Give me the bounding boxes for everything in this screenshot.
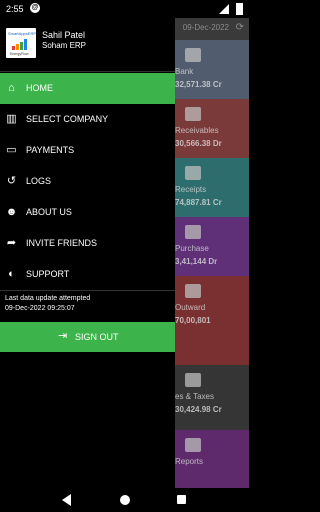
status-bar: 2:55 @ — [0, 0, 249, 18]
tile-label: Purchase — [175, 244, 209, 253]
sign-out-button[interactable]: ⇥ SIGN OUT — [0, 322, 175, 352]
dashboard-tile: es & Taxes 30,424.98 Cr — [173, 365, 249, 430]
drawer-divider — [0, 290, 175, 291]
menu-item-label: SUPPORT — [26, 269, 70, 279]
tile-label: Receipts — [175, 185, 207, 194]
logo-text-top: SmartAppsERP — [8, 31, 37, 36]
status-time: 2:55 — [6, 4, 24, 14]
app-logo: SmartAppsERP EnergyFlow — [6, 28, 36, 58]
menu-item-about-us[interactable]: ☻ ABOUT US — [0, 197, 175, 228]
menu-item-label: SELECT COMPANY — [26, 114, 109, 124]
logout-icon: ⇥ — [58, 330, 68, 342]
tile-value: 30,566.38 Dr — [175, 139, 222, 148]
dashboard-tile: Bank 32,571.38 Cr — [173, 40, 249, 99]
menu-item-label: PAYMENTS — [26, 145, 75, 155]
dashboard-tile: Outward 70,00,801 — [173, 276, 249, 365]
drawer-menu: ⌂ HOME ▥ SELECT COMPANY ▭ PAYMENTS ↺ LOGS ☻ ABOUT… — [0, 73, 175, 290]
dashboard-tile: Receivables 30,566.38 Dr — [173, 99, 249, 158]
taxes-icon — [185, 373, 201, 387]
dashboard-tile: Receipts 74,887.81 Cr — [173, 158, 249, 217]
tile-label: Bank — [175, 67, 194, 76]
sign-out-label: SIGN OUT — [75, 332, 119, 342]
menu-item-label: INVITE FRIENDS — [26, 238, 98, 248]
battery-icon — [236, 3, 243, 15]
menu-item-invite-friends[interactable]: ➦ INVITE FRIENDS — [0, 228, 175, 259]
menu-item-select-company[interactable]: ▥ SELECT COMPANY — [0, 104, 175, 135]
menu-item-logs[interactable]: ↺ LOGS — [0, 166, 175, 197]
dashboard-date: 09-Dec-2022 — [182, 23, 229, 32]
menu-item-home[interactable]: ⌂ HOME — [0, 73, 175, 104]
home-nav-icon[interactable] — [120, 495, 130, 505]
last-update-label: Last data update attempted — [5, 295, 91, 302]
logo-text-bottom: EnergyFlow — [10, 52, 29, 56]
purchase-icon — [185, 225, 201, 239]
tile-label: Reports — [175, 457, 204, 466]
menu-item-label: HOME — [26, 83, 53, 93]
history-icon: ↺ — [6, 175, 17, 187]
menu-item-label: ABOUT US — [26, 207, 72, 217]
company-icon: ▥ — [6, 113, 17, 125]
tile-value: 30,424.98 Cr — [175, 405, 222, 414]
receipts-icon — [185, 166, 201, 180]
dashboard-tile: Purchase 3,41,144 Dr — [173, 217, 249, 276]
user-name: Sahil Patel — [42, 30, 86, 40]
tile-value: 32,571.38 Cr — [175, 80, 222, 89]
signal-icon — [219, 4, 229, 14]
menu-item-label: LOGS — [26, 176, 52, 186]
tile-value: 3,41,144 Dr — [175, 257, 218, 266]
notification-icon: @ — [30, 3, 40, 13]
system-nav-bar — [0, 488, 249, 512]
people-icon: ☻ — [5, 206, 18, 218]
home-icon: ⌂ — [8, 82, 15, 94]
menu-item-support[interactable]: ◐ SUPPORT — [0, 259, 175, 290]
receivables-icon — [185, 107, 201, 121]
dashboard-tile: Reports — [173, 430, 249, 489]
logo-bars-icon — [12, 38, 30, 50]
company-name: Soham ERP — [42, 41, 87, 50]
recents-icon[interactable] — [177, 495, 186, 504]
last-update-datetime: 09-Dec-2022 09:25:07 — [5, 305, 75, 312]
drawer-header: SmartAppsERP EnergyFlow Sahil Patel Soha… — [0, 18, 175, 70]
menu-item-payments[interactable]: ▭ PAYMENTS — [0, 135, 175, 166]
tile-label: es & Taxes — [175, 392, 214, 401]
tile-label: Outward — [175, 303, 206, 312]
payments-icon: ▭ — [6, 144, 17, 156]
bank-icon — [185, 48, 201, 62]
drawer-divider — [0, 71, 175, 72]
outward-icon — [185, 284, 201, 298]
back-icon[interactable] — [62, 494, 71, 506]
tile-value: 70,00,801 — [175, 316, 211, 325]
navigation-drawer: SmartAppsERP EnergyFlow Sahil Patel Soha… — [0, 18, 175, 488]
tile-label: Receivables — [175, 126, 219, 135]
refresh-icon: ⟳ — [235, 22, 244, 33]
headset-icon: ◐ — [8, 268, 15, 280]
share-icon: ➦ — [6, 237, 17, 249]
tile-value: 74,887.81 Cr — [175, 198, 222, 207]
reports-icon — [185, 438, 201, 452]
